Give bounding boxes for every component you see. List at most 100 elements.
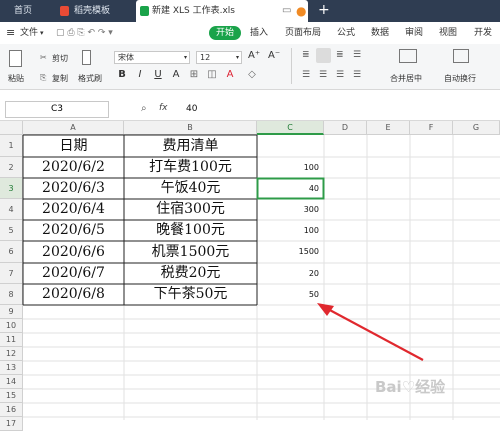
cell-expense-item[interactable]: 晚餐100元 [124,220,257,241]
cell-expense-item[interactable]: 机票1500元 [124,241,257,263]
copy-icon[interactable]: ⎘ [40,73,46,83]
cell-date[interactable]: 2020/6/5 [23,220,124,241]
align-bottom-icon[interactable]: ≣ [336,50,344,60]
quick-access-icons[interactable]: ▢ ⎙ ⎘ ↶ ↷ ▾ [56,22,113,44]
row-header-12[interactable]: 12 [0,347,23,361]
screen-icon[interactable]: ▭ [282,0,291,22]
column-header-e[interactable]: E [367,121,410,135]
scissors-icon[interactable]: ✂ [40,53,47,62]
cell-amount[interactable]: 300 [257,199,319,220]
tab-home[interactable]: 首页 [0,0,55,22]
cell-b1-expense-header[interactable]: 费用清单 [124,135,257,157]
align-left-text-icon[interactable]: ☰ [302,70,310,80]
cell-amount[interactable]: 1500 [257,241,319,263]
menu-developer[interactable]: 开发 [474,22,492,44]
row-header-11[interactable]: 11 [0,333,23,347]
menu-page-layout[interactable]: 页面布局 [285,22,321,44]
row-header-8[interactable]: 8 [0,284,23,305]
cell-expense-item[interactable]: 午饭40元 [124,178,257,199]
text-color-icon[interactable]: A [224,68,236,82]
font-size-select[interactable]: 12 ▾ [196,51,242,64]
row-header-6[interactable]: 6 [0,241,23,263]
row-header-13[interactable]: 13 [0,361,23,375]
font-color-a-icon[interactable]: A [170,68,182,82]
cell-expense-item[interactable]: 税费20元 [124,263,257,284]
fill-color-icon[interactable]: ◫ [206,68,218,82]
align-middle-icon[interactable] [316,48,331,63]
cell-date[interactable]: 2020/6/8 [23,284,124,305]
font-family-select[interactable]: 宋体 ▾ [114,51,190,64]
cell-expense-item[interactable]: 下午茶50元 [124,284,257,305]
new-tab-plus-icon[interactable]: + [318,0,330,20]
menu-insert[interactable]: 插入 [250,22,268,44]
select-all-corner[interactable] [0,121,23,135]
name-box[interactable]: C3 [5,101,109,118]
decrease-font-icon[interactable]: A⁻ [268,50,280,61]
column-header-d[interactable]: D [324,121,367,135]
column-header-f[interactable]: F [410,121,453,135]
underline-button[interactable]: U [152,68,164,82]
cell-date[interactable]: 2020/6/7 [23,263,124,284]
column-header-c[interactable]: C [257,121,324,135]
copy-label[interactable]: 复制 [52,73,68,84]
clear-format-icon[interactable]: ◇ [246,68,258,82]
row-header-15[interactable]: 15 [0,389,23,403]
zoom-search-icon[interactable]: ⌕ [141,103,147,114]
formula-input[interactable]: 40 [186,104,197,114]
merge-center-label[interactable]: 合并居中 [390,73,422,84]
italic-button[interactable]: I [134,68,146,82]
column-header-g[interactable]: G [453,121,500,135]
format-painter-icon[interactable] [82,50,91,65]
cell-date[interactable]: 2020/6/6 [23,241,124,263]
cell-amount[interactable]: 100 [257,220,319,241]
chevron-down-icon[interactable]: ▾ [40,22,44,44]
cell-amount[interactable]: 100 [257,157,319,178]
row-header-17[interactable]: 17 [0,417,23,431]
cell-amount[interactable]: 20 [257,263,319,284]
cell-expense-item[interactable]: 住宿300元 [124,199,257,220]
cell-expense-item[interactable]: 打车费100元 [124,157,257,178]
cut-label[interactable]: 剪切 [52,53,68,64]
row-header-9[interactable]: 9 [0,305,23,319]
tab-docer-template[interactable]: 稻壳模板 [56,0,128,22]
menu-formulas[interactable]: 公式 [337,22,355,44]
row-header-14[interactable]: 14 [0,375,23,389]
align-top-icon[interactable]: ≣ [302,50,310,60]
cell-a1-date-header[interactable]: 日期 [23,135,124,157]
row-header-7[interactable]: 7 [0,263,23,284]
row-header-10[interactable]: 10 [0,319,23,333]
fx-icon[interactable]: fx [159,103,168,113]
hamburger-menu-icon[interactable]: ≡ [6,22,15,44]
align-center-text-icon[interactable]: ☰ [319,70,327,80]
row-header-5[interactable]: 5 [0,220,23,241]
row-header-16[interactable]: 16 [0,403,23,417]
paste-icon[interactable] [9,50,22,67]
format-painter-label[interactable]: 格式刷 [78,73,102,84]
row-header-1[interactable]: 1 [0,135,23,157]
column-header-b[interactable]: B [124,121,257,135]
align-right-text-icon[interactable]: ☰ [336,70,344,80]
menu-start[interactable]: 开始 [209,26,242,40]
wrap-text-icon[interactable] [453,49,469,63]
border-icon[interactable]: ⊞ [188,68,200,82]
align-left-icon[interactable]: ☰ [353,50,361,60]
column-header-a[interactable]: A [23,121,124,135]
justify-icon[interactable]: ☰ [353,70,361,80]
merge-center-icon[interactable] [399,49,417,63]
cell-date[interactable]: 2020/6/3 [23,178,124,199]
cell-date[interactable]: 2020/6/2 [23,157,124,178]
menu-data[interactable]: 数据 [371,22,389,44]
wrap-text-label[interactable]: 自动换行 [444,73,476,84]
menu-file[interactable]: 文件 [20,22,38,44]
row-header-4[interactable]: 4 [0,199,23,220]
bold-button[interactable]: B [116,68,128,82]
cell-amount[interactable]: 50 [257,284,319,305]
menu-view[interactable]: 视图 [439,22,457,44]
menu-review[interactable]: 审阅 [405,22,423,44]
row-header-3[interactable]: 3 [0,178,23,199]
paste-label[interactable]: 粘贴 [8,73,24,84]
increase-font-icon[interactable]: A⁺ [248,50,260,61]
row-header-2[interactable]: 2 [0,157,23,178]
cell-date[interactable]: 2020/6/4 [23,199,124,220]
tab-workbook[interactable]: 新建 XLS 工作表.xls ▭ ● [136,0,308,22]
